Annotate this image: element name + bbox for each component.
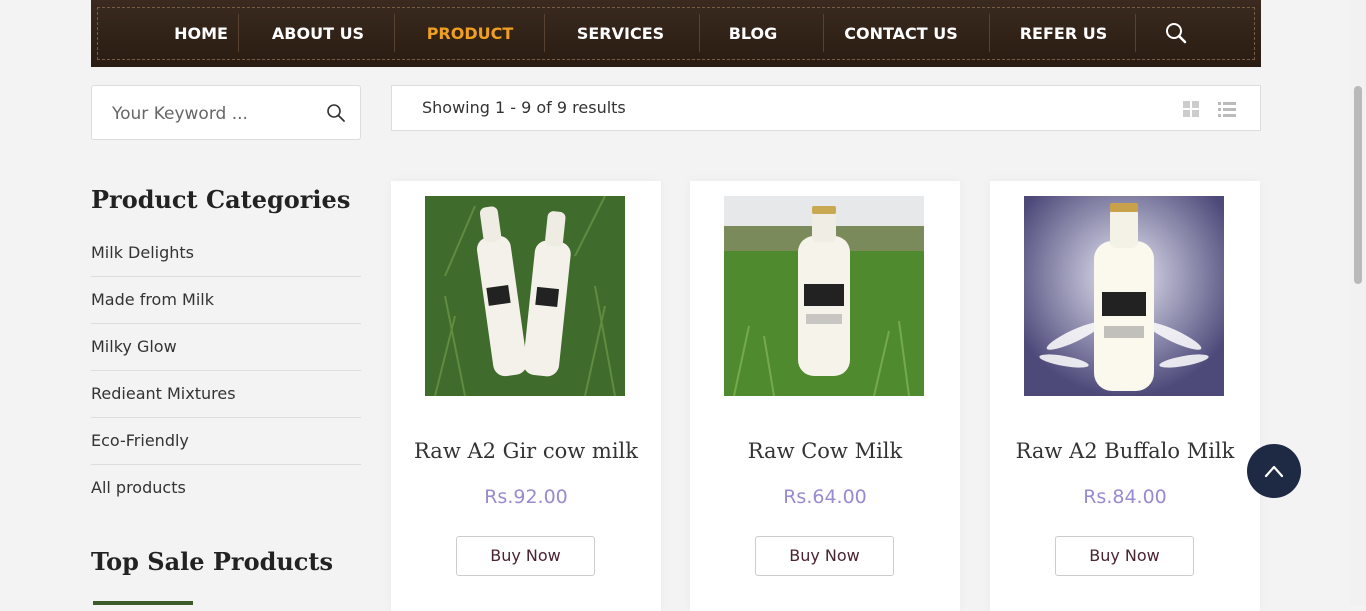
grid-view-icon[interactable] [1183, 101, 1199, 117]
nav-item-product[interactable]: PRODUCT [412, 0, 528, 67]
top-sale-product-thumbnail[interactable] [93, 601, 193, 605]
product-card: Raw Cow Milk Rs.64.00 Buy Now [690, 181, 960, 611]
category-list: Milk Delights Made from Milk Milky Glow … [91, 230, 361, 511]
top-sale-products-heading: Top Sale Products [91, 547, 334, 576]
buy-now-button[interactable]: Buy Now [1055, 536, 1194, 576]
search-icon[interactable] [326, 103, 346, 123]
main-navigation: HOME ABOUT US PRODUCT SERVICES BLOG CONT… [91, 0, 1261, 67]
category-item[interactable]: Milk Delights [91, 230, 361, 277]
product-price: Rs.92.00 [484, 486, 568, 508]
keyword-search-box [91, 85, 361, 140]
buy-now-button[interactable]: Buy Now [456, 536, 595, 576]
nav-divider [544, 14, 545, 52]
nav-divider [823, 14, 824, 52]
results-toolbar: Showing 1 - 9 of 9 results [391, 85, 1261, 131]
category-item[interactable]: Eco-Friendly [91, 418, 361, 465]
product-categories-heading: Product Categories [91, 185, 351, 214]
keyword-search-input[interactable] [110, 100, 314, 128]
product-name[interactable]: Raw Cow Milk [690, 439, 960, 463]
nav-divider [699, 14, 700, 52]
product-card: Raw A2 Buffalo Milk Rs.84.00 Buy Now [990, 181, 1260, 611]
product-price: Rs.64.00 [783, 486, 867, 508]
nav-divider [238, 14, 239, 52]
category-item[interactable]: Made from Milk [91, 277, 361, 324]
nav-item-contact-us[interactable]: CONTACT US [832, 0, 970, 67]
nav-item-refer-us[interactable]: REFER US [1009, 0, 1118, 67]
category-item[interactable]: Redieant Mixtures [91, 371, 361, 418]
product-name[interactable]: Raw A2 Buffalo Milk [990, 439, 1260, 463]
nav-item-home[interactable]: HOME [146, 0, 256, 67]
product-price: Rs.84.00 [1083, 486, 1167, 508]
product-image[interactable] [425, 196, 625, 396]
category-item[interactable]: All products [91, 465, 361, 511]
scrollbar-thumb[interactable] [1354, 86, 1362, 284]
nav-item-blog[interactable]: BLOG [707, 0, 799, 67]
back-to-top-button[interactable] [1247, 444, 1301, 498]
list-view-icon[interactable] [1218, 101, 1236, 117]
nav-divider [394, 14, 395, 52]
product-name[interactable]: Raw A2 Gir cow milk [391, 439, 661, 463]
buy-now-button[interactable]: Buy Now [755, 536, 894, 576]
results-count: Showing 1 - 9 of 9 results [422, 98, 626, 117]
search-icon[interactable] [1165, 22, 1187, 44]
nav-item-services[interactable]: SERVICES [563, 0, 678, 67]
product-card: Raw A2 Gir cow milk Rs.92.00 Buy Now [391, 181, 661, 611]
nav-divider [989, 14, 990, 52]
nav-item-about-us[interactable]: ABOUT US [261, 0, 375, 67]
nav-divider [1135, 14, 1136, 52]
category-item[interactable]: Milky Glow [91, 324, 361, 371]
product-image[interactable] [724, 196, 924, 396]
chevron-up-icon [1264, 465, 1284, 478]
product-image[interactable] [1024, 196, 1224, 396]
